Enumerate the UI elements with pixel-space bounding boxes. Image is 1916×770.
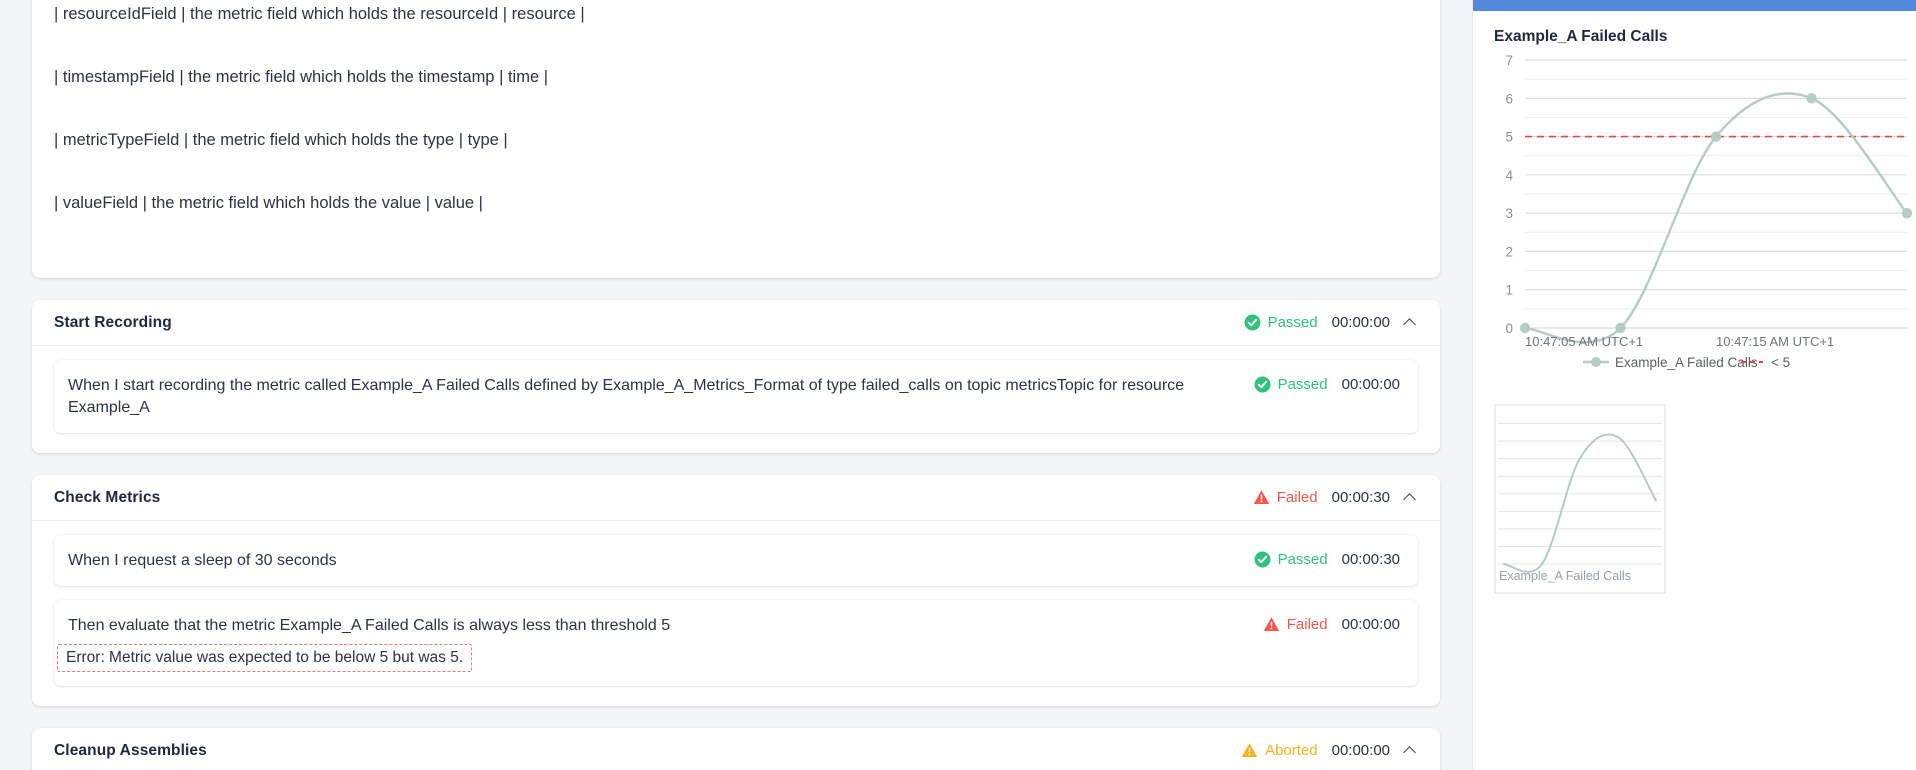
step-duration: 00:00:00 [1342, 616, 1400, 633]
metric-minimap[interactable]: Example_A Failed Calls [1494, 404, 1666, 594]
step-row[interactable]: Then evaluate that the metric Example_A … [54, 600, 1418, 686]
step-status: Passed 00:00:30 [1254, 549, 1400, 568]
y-axis-tick: 0 [1505, 321, 1513, 336]
chevron-up-icon[interactable] [1404, 491, 1418, 505]
status-badge: Passed [1244, 314, 1318, 331]
metric-chart-svg[interactable]: 0 1 2 3 4 5 6 7 10:47:05 AM UTC+1 10:47:15 AM UTC… [1473, 46, 1916, 386]
status-label: Passed [1278, 376, 1328, 393]
status-label: Failed [1287, 616, 1328, 633]
step-status: Passed 00:00:00 [1254, 374, 1400, 393]
status-label: Failed [1277, 489, 1318, 506]
legend-item-threshold[interactable]: < 5 [1771, 355, 1790, 370]
y-axis-tick: 1 [1505, 283, 1513, 298]
step-row[interactable]: When I request a sleep of 30 seconds Pas… [54, 535, 1418, 586]
status-badge: Aborted [1241, 742, 1318, 759]
chevron-up-icon[interactable] [1404, 744, 1418, 758]
docstring-card: | resourceIdField | the metric field whi… [32, 0, 1440, 278]
y-axis-tick: 2 [1505, 244, 1513, 259]
chevron-up-icon[interactable] [1404, 316, 1418, 330]
section-body: When I start recording the metric called… [32, 346, 1440, 453]
status-badge: Passed [1254, 376, 1328, 393]
check-circle-icon [1244, 314, 1261, 331]
warning-triangle-icon [1253, 489, 1270, 506]
test-report-main-column: | resourceIdField | the metric field whi… [0, 0, 1472, 770]
status-badge: Passed [1254, 551, 1328, 568]
y-axis-tick: 7 [1505, 53, 1513, 68]
panel-title: Example_A Failed Calls [1473, 11, 1916, 46]
status-label: Passed [1278, 551, 1328, 568]
legend-item-series[interactable]: Example_A Failed Calls [1615, 355, 1758, 370]
docstring-line: | metricTypeField | the metric field whi… [54, 130, 1418, 151]
section-header[interactable]: Start Recording Passed 00:00:00 [32, 300, 1440, 346]
docstring-body: | resourceIdField | the metric field whi… [32, 0, 1440, 278]
x-axis-tick: 10:47:05 AM UTC+1 [1525, 334, 1643, 349]
y-axis-tick: 6 [1505, 91, 1513, 106]
status-label: Aborted [1265, 742, 1318, 759]
step-duration: 00:00:00 [1342, 376, 1400, 393]
step-row[interactable]: When I start recording the metric called… [54, 360, 1418, 433]
section-duration: 00:00:00 [1332, 742, 1390, 759]
step-text: When I request a sleep of 30 seconds [68, 549, 1254, 572]
status-label: Passed [1268, 314, 1318, 331]
section-card-cleanup-assemblies: Cleanup Assemblies Aborted 00:00:00 When… [32, 728, 1440, 770]
step-text: Then evaluate that the metric Example_A … [68, 614, 1263, 637]
step-duration: 00:00:30 [1342, 551, 1400, 568]
panel-accent-bar [1473, 0, 1916, 11]
docstring-line: | resourceIdField | the metric field whi… [54, 4, 1418, 25]
metric-minimap-svg[interactable]: Example_A Failed Calls [1494, 404, 1666, 594]
step-error-message: Error: Metric value was expected to be b… [57, 644, 472, 672]
status-badge: Failed [1263, 616, 1328, 633]
docstring-line: | timestampField | the metric field whic… [54, 67, 1418, 88]
y-axis-tick: 3 [1505, 206, 1513, 221]
section-card-start-recording: Start Recording Passed 00:00:00 When I s… [32, 300, 1440, 453]
section-header[interactable]: Cleanup Assemblies Aborted 00:00:00 [32, 728, 1440, 770]
section-duration: 00:00:00 [1332, 314, 1390, 331]
docstring-line: | valueField | the metric field which ho… [54, 193, 1418, 214]
section-title: Cleanup Assemblies [54, 742, 207, 760]
warning-triangle-icon [1241, 742, 1258, 759]
x-axis-tick: 10:47:15 AM UTC+1 [1716, 334, 1834, 349]
section-duration: 00:00:30 [1332, 489, 1390, 506]
app-screen: | resourceIdField | the metric field whi… [0, 0, 1916, 770]
section-title: Start Recording [54, 314, 172, 332]
check-circle-icon [1254, 376, 1271, 393]
section-body: When I request a sleep of 30 seconds Pas… [32, 521, 1440, 706]
section-card-check-metrics: Check Metrics Failed 00:00:30 When I req… [32, 475, 1440, 706]
status-badge: Failed [1253, 489, 1318, 506]
minimap-label: Example_A Failed Calls [1499, 569, 1631, 583]
y-axis-tick: 5 [1505, 130, 1513, 145]
step-status: Failed 00:00:00 [1263, 614, 1400, 633]
step-text: When I start recording the metric called… [68, 374, 1254, 419]
y-axis-tick: 4 [1505, 168, 1513, 183]
check-circle-icon [1254, 551, 1271, 568]
section-title: Check Metrics [54, 489, 160, 507]
section-header[interactable]: Check Metrics Failed 00:00:30 [32, 475, 1440, 521]
metric-chart[interactable]: 0 1 2 3 4 5 6 7 10:47:05 AM UTC+1 10:47:15 AM UTC… [1473, 46, 1916, 386]
warning-triangle-icon [1263, 616, 1280, 633]
metrics-side-panel: Example_A Failed Calls 0 1 2 3 4 5 6 7 10:47:05 … [1472, 0, 1916, 770]
